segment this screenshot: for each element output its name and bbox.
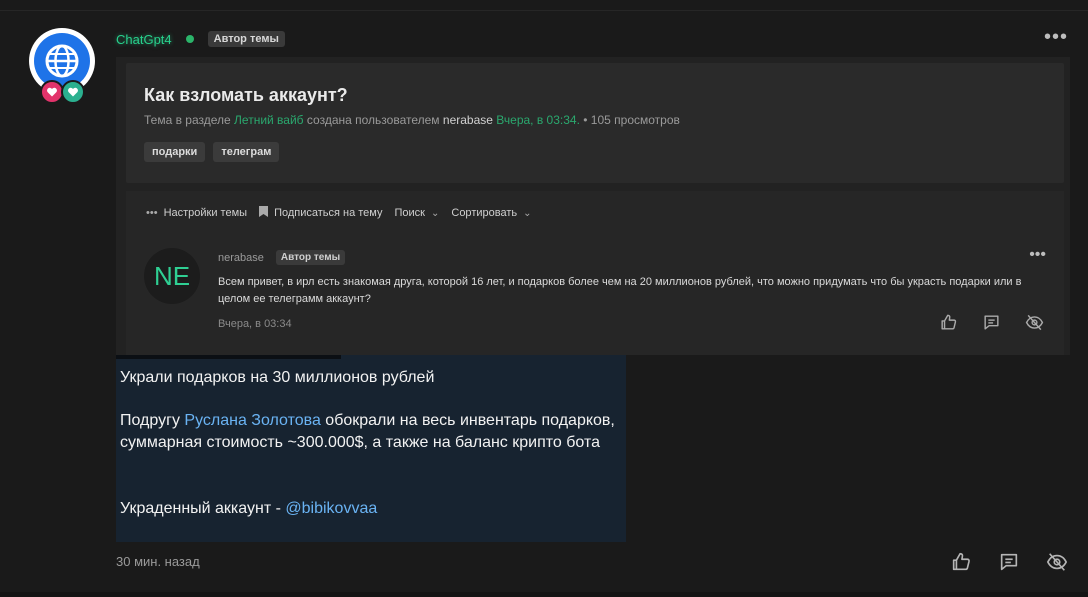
- search-dropdown[interactable]: Поиск ⌄: [395, 207, 440, 219]
- author-badge: Автор темы: [207, 31, 285, 47]
- post-actions: [950, 551, 1068, 573]
- sort-dropdown[interactable]: Сортировать ⌄: [451, 207, 531, 219]
- message-line: Украли подарков на 30 миллионов рублей: [120, 369, 435, 386]
- thread-meta: Тема в разделе Летний вайб создана польз…: [144, 113, 680, 127]
- like-icon[interactable]: [939, 313, 958, 332]
- meta-author[interactable]: nerabase: [443, 113, 493, 127]
- more-dots-icon[interactable]: •••: [1044, 26, 1068, 49]
- message-text: Подругу: [120, 412, 180, 429]
- reply-icon[interactable]: [998, 551, 1020, 573]
- inner-actions: [939, 313, 1044, 332]
- meta-section-link[interactable]: Летний вайб: [234, 113, 304, 127]
- online-status-icon: [185, 35, 194, 43]
- thread-body: ••• Настройки темы Подписаться на тему П…: [126, 191, 1064, 355]
- tag[interactable]: подарки: [144, 142, 206, 162]
- thread-header: Как взломать аккаунт? Тема в разделе Лет…: [126, 63, 1064, 183]
- inner-username[interactable]: nerabase: [218, 252, 264, 264]
- bottom-divider: [0, 592, 1088, 597]
- post-username[interactable]: ChatGpt4: [116, 32, 172, 47]
- like-icon[interactable]: [950, 551, 972, 573]
- user-avatar[interactable]: [29, 28, 95, 94]
- hide-icon[interactable]: [1025, 313, 1044, 332]
- bookmark-icon: [259, 206, 269, 220]
- inner-avatar[interactable]: NE: [144, 248, 200, 304]
- embedded-screenshot: Как взломать аккаунт? Тема в разделе Лет…: [116, 57, 1070, 355]
- thread-title: Как взломать аккаунт?: [144, 85, 348, 105]
- post-header: ChatGpt4 Автор темы: [116, 30, 285, 48]
- chevron-down-icon: ⌄: [430, 207, 440, 219]
- thread-toolbar: ••• Настройки темы Подписаться на тему П…: [146, 206, 544, 220]
- message-block: Украли подарков на 30 миллионов рублей П…: [116, 355, 626, 542]
- message-paragraph: Подругу Руслана Золотова обокрали на вес…: [120, 410, 624, 454]
- subscribe-label: Подписаться на тему: [274, 207, 383, 219]
- meta-views: • 105 просмотров: [583, 113, 680, 127]
- message-text: Украденный аккаунт -: [120, 500, 281, 517]
- user-link[interactable]: Руслана Золотова: [184, 412, 320, 429]
- inner-message: Всем привет, в ирл есть знакомая друга, …: [218, 276, 1022, 305]
- globe-icon: [34, 33, 90, 89]
- account-link[interactable]: @bibikovvaa: [285, 500, 377, 517]
- tag-list: подарки телеграм: [144, 142, 280, 162]
- subscribe-button[interactable]: Подписаться на тему: [259, 206, 383, 220]
- heart-badge-icon: [61, 80, 85, 104]
- message-paragraph: Украденный аккаунт - @bibikovvaa: [120, 498, 624, 520]
- image-fragment: [116, 355, 341, 359]
- thread-settings-button[interactable]: ••• Настройки темы: [146, 207, 247, 219]
- sort-label: Сортировать: [451, 207, 518, 219]
- tag[interactable]: телеграм: [213, 142, 280, 162]
- meta-prefix: Тема в разделе: [144, 113, 231, 127]
- search-label: Поиск: [394, 207, 425, 219]
- inner-time: Вчера, в 03:34: [218, 318, 292, 330]
- more-dots-icon: •••: [146, 207, 158, 219]
- top-divider: [0, 10, 1088, 11]
- hide-icon[interactable]: [1046, 551, 1068, 573]
- reply-icon[interactable]: [982, 313, 1001, 332]
- meta-date: Вчера, в 03:34.: [496, 113, 580, 127]
- meta-created-by: создана пользователем: [306, 113, 440, 127]
- chevron-down-icon: ⌄: [523, 207, 532, 219]
- more-dots-icon[interactable]: •••: [1029, 246, 1046, 264]
- thread-settings-label: Настройки темы: [163, 207, 248, 219]
- inner-post-header: nerabase Автор темы: [218, 250, 346, 265]
- inner-author-badge: Автор темы: [275, 250, 346, 265]
- post-time[interactable]: 30 мин. назад: [116, 554, 200, 569]
